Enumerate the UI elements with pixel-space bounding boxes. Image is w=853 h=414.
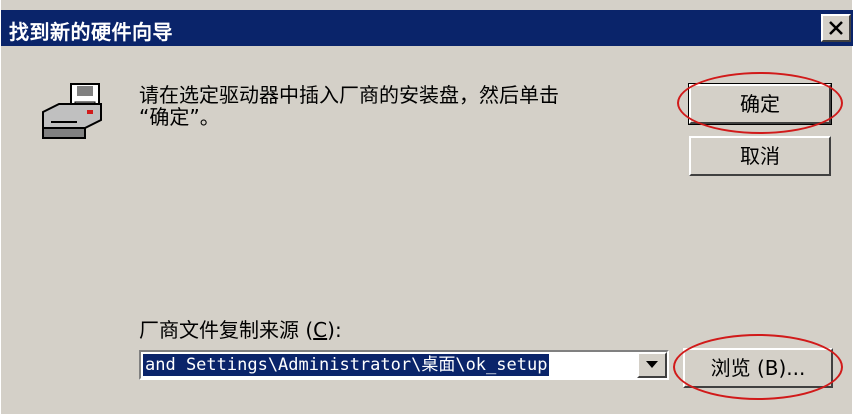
source-label: 厂商文件复制来源 (C):	[139, 318, 342, 342]
source-path-value[interactable]: and Settings\Administrator\桌面\ok_setup	[143, 354, 550, 376]
instruction-message: 请在选定驱动器中插入厂商的安装盘，然后单击 “确定”。	[139, 83, 559, 129]
cancel-button[interactable]: 取消	[689, 136, 831, 176]
close-icon	[829, 21, 843, 35]
ok-button[interactable]: 确定	[688, 83, 832, 125]
dropdown-button[interactable]	[637, 352, 667, 378]
chevron-down-icon	[646, 361, 658, 368]
title-bar: 找到新的硬件向导	[1, 10, 853, 46]
browse-button[interactable]: 浏览 (B)...	[683, 348, 833, 388]
window-title: 找到新的硬件向导	[9, 20, 173, 44]
source-path-combobox[interactable]: and Settings\Administrator\桌面\ok_setup	[139, 350, 669, 380]
browse-button-label: 浏览	[710, 356, 751, 380]
source-label-text: 厂商文件复制来源	[139, 318, 299, 342]
source-label-accelerator: C	[313, 318, 328, 342]
hardware-wizard-dialog: 找到新的硬件向导 请在选定驱动器中插入厂商的安装盘，然后单击 “确定”。 确定 …	[0, 0, 853, 414]
floppy-drive-icon	[37, 82, 105, 144]
browse-button-accelerator: (B)...	[756, 356, 806, 380]
close-button[interactable]	[821, 14, 851, 42]
